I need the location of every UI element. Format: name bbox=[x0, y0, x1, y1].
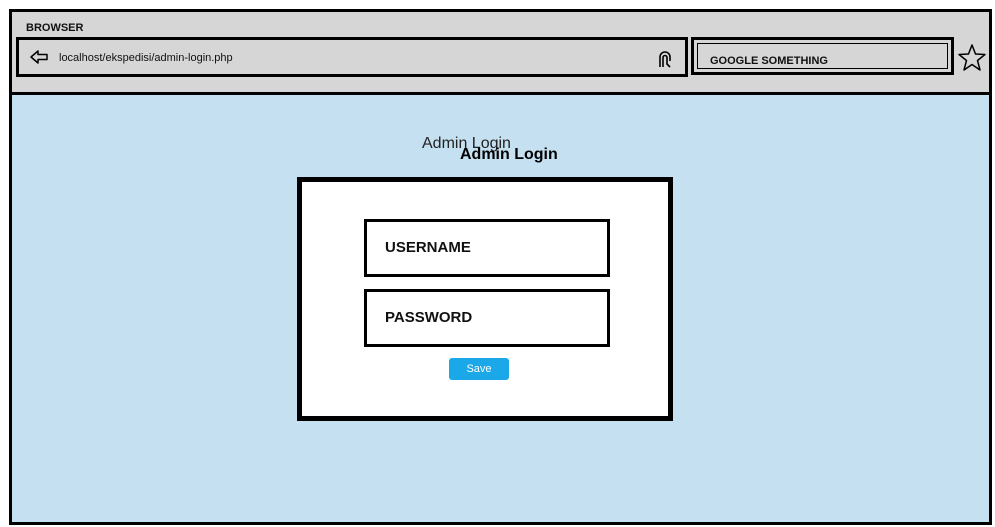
browser-title: BROWSER bbox=[26, 22, 84, 34]
password-field[interactable]: PASSWORD bbox=[364, 289, 610, 347]
back-arrow-icon[interactable] bbox=[29, 47, 49, 67]
login-form: USERNAME PASSWORD Save bbox=[297, 177, 673, 421]
browser-window: BROWSER localhost/ekspedisi/admin-login.… bbox=[9, 9, 992, 525]
username-field[interactable]: USERNAME bbox=[364, 219, 610, 277]
search-placeholder: GOOGLE SOMETHING bbox=[710, 55, 828, 67]
search-input[interactable]: GOOGLE SOMETHING bbox=[697, 43, 948, 69]
fingerprint-icon[interactable] bbox=[653, 47, 677, 71]
address-bar[interactable]: localhost/ekspedisi/admin-login.php bbox=[16, 37, 688, 77]
save-button[interactable]: Save bbox=[449, 358, 509, 380]
star-icon[interactable] bbox=[957, 43, 987, 73]
url-text[interactable]: localhost/ekspedisi/admin-login.php bbox=[59, 52, 233, 64]
page-content: Admin Login Admin Login USERNAME PASSWOR… bbox=[12, 95, 989, 522]
search-box[interactable]: GOOGLE SOMETHING bbox=[691, 37, 954, 75]
page-title: Admin Login bbox=[460, 146, 558, 163]
